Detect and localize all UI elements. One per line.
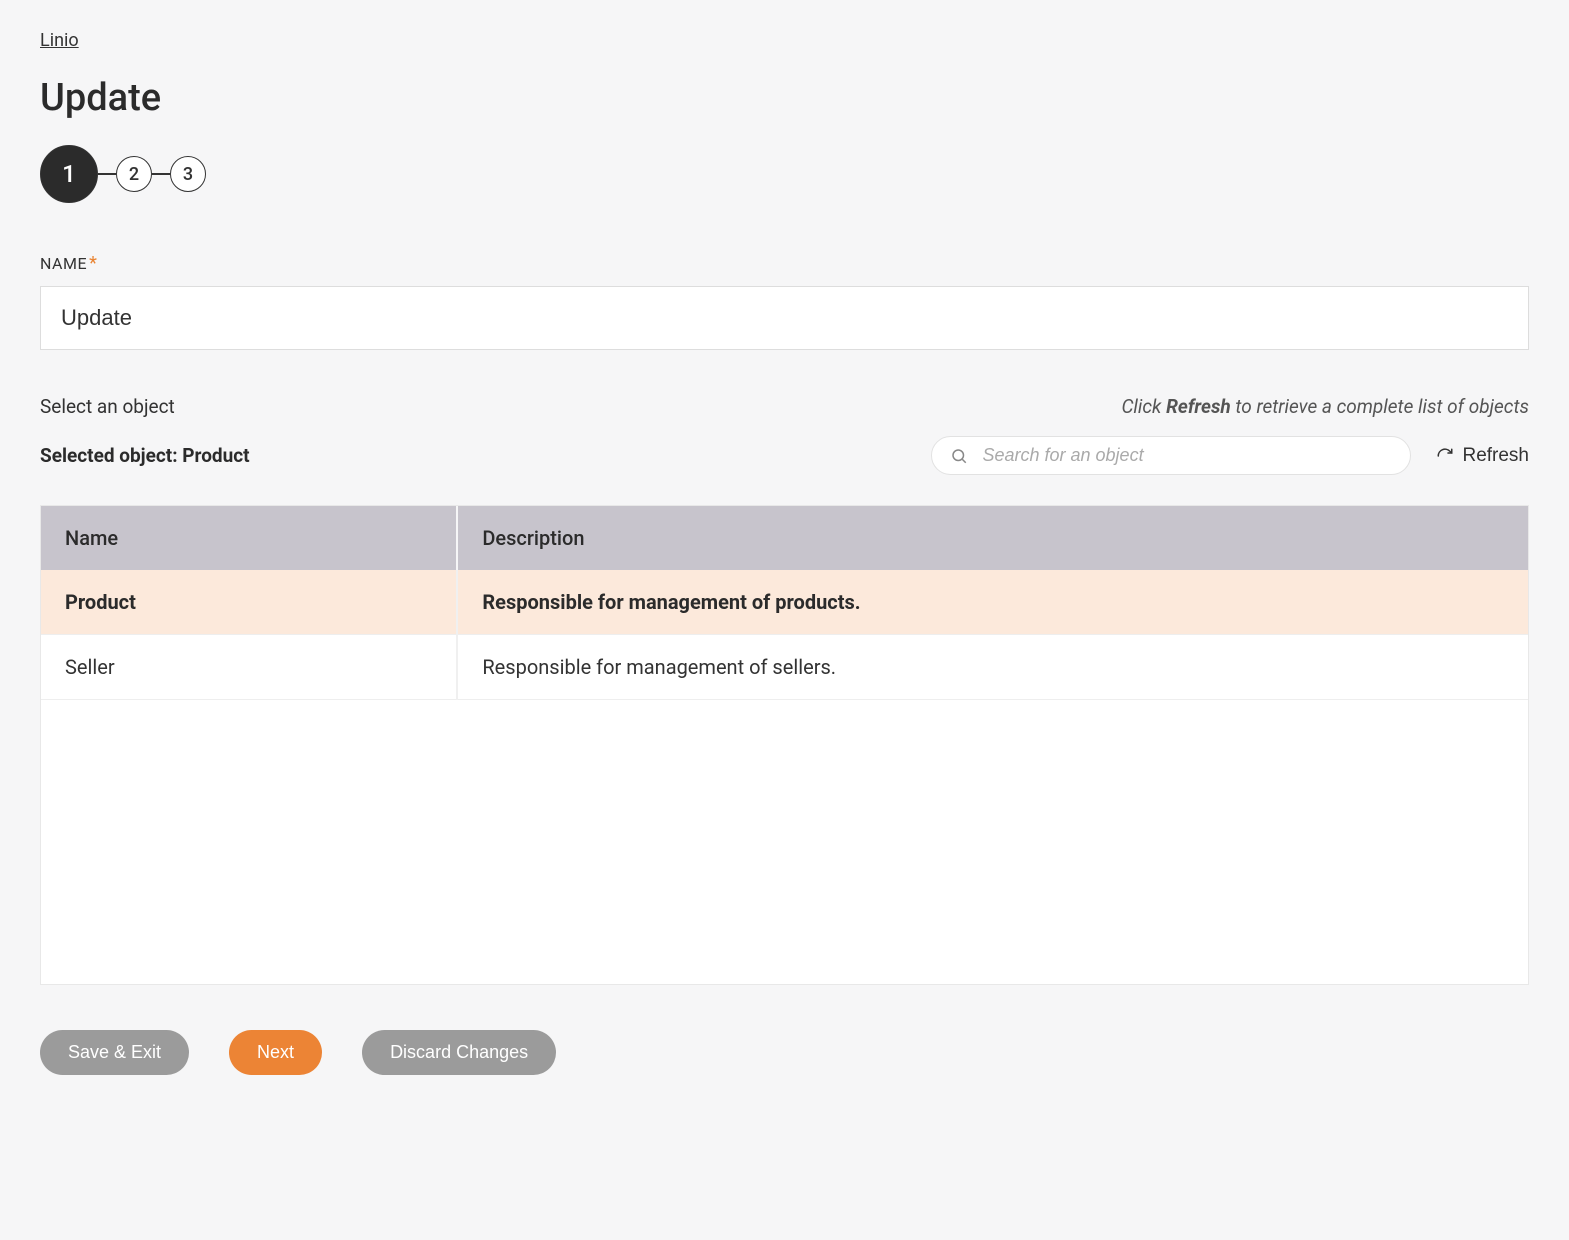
- hint-bold: Refresh: [1166, 395, 1231, 418]
- refresh-button[interactable]: Refresh: [1436, 445, 1529, 467]
- cell-name: Seller: [41, 635, 457, 700]
- refresh-hint: Click Refresh to retrieve a complete lis…: [1121, 395, 1529, 418]
- hint-pre: Click: [1121, 395, 1166, 418]
- step-2[interactable]: 2: [116, 156, 152, 192]
- selected-search-row: Selected object: Product Refresh: [40, 436, 1529, 475]
- selected-value: Product: [182, 444, 249, 467]
- next-button[interactable]: Next: [229, 1030, 322, 1075]
- discard-button[interactable]: Discard Changes: [362, 1030, 556, 1075]
- table-row[interactable]: ProductResponsible for management of pro…: [41, 570, 1528, 635]
- hint-post: to retrieve a complete list of objects: [1231, 395, 1529, 418]
- name-label-text: NAME: [40, 254, 87, 273]
- step-connector: [98, 173, 116, 175]
- refresh-label: Refresh: [1462, 445, 1529, 467]
- stepper: 1 2 3: [40, 145, 1529, 203]
- search-input[interactable]: [982, 445, 1392, 466]
- select-object-label: Select an object: [40, 395, 175, 418]
- search-icon: [950, 447, 968, 465]
- selected-prefix: Selected object:: [40, 444, 182, 467]
- search-wrapper: [931, 436, 1411, 475]
- step-3[interactable]: 3: [170, 156, 206, 192]
- breadcrumb-link-linio[interactable]: Linio: [40, 30, 79, 51]
- save-exit-button[interactable]: Save & Exit: [40, 1030, 189, 1075]
- search-refresh-row: Refresh: [931, 436, 1529, 475]
- column-header-description[interactable]: Description: [457, 506, 1528, 570]
- action-button-row: Save & Exit Next Discard Changes: [40, 1030, 1529, 1075]
- refresh-icon: [1436, 447, 1454, 465]
- required-star-icon: *: [89, 253, 97, 274]
- step-1[interactable]: 1: [40, 145, 98, 203]
- object-table-container: Name Description ProductResponsible for …: [40, 505, 1529, 985]
- table-row[interactable]: SellerResponsible for management of sell…: [41, 635, 1528, 700]
- cell-name: Product: [41, 570, 457, 635]
- select-hint-row: Select an object Click Refresh to retrie…: [40, 395, 1529, 418]
- name-label: NAME*: [40, 253, 1529, 274]
- object-table: Name Description ProductResponsible for …: [41, 506, 1528, 700]
- column-header-name[interactable]: Name: [41, 506, 457, 570]
- table-header-row: Name Description: [41, 506, 1528, 570]
- cell-description: Responsible for management of products.: [457, 570, 1528, 635]
- breadcrumb: Linio: [40, 30, 1529, 51]
- selected-object-label: Selected object: Product: [40, 444, 250, 467]
- step-connector: [152, 173, 170, 175]
- name-input[interactable]: [40, 286, 1529, 350]
- page-title: Update: [40, 76, 1529, 120]
- cell-description: Responsible for management of sellers.: [457, 635, 1528, 700]
